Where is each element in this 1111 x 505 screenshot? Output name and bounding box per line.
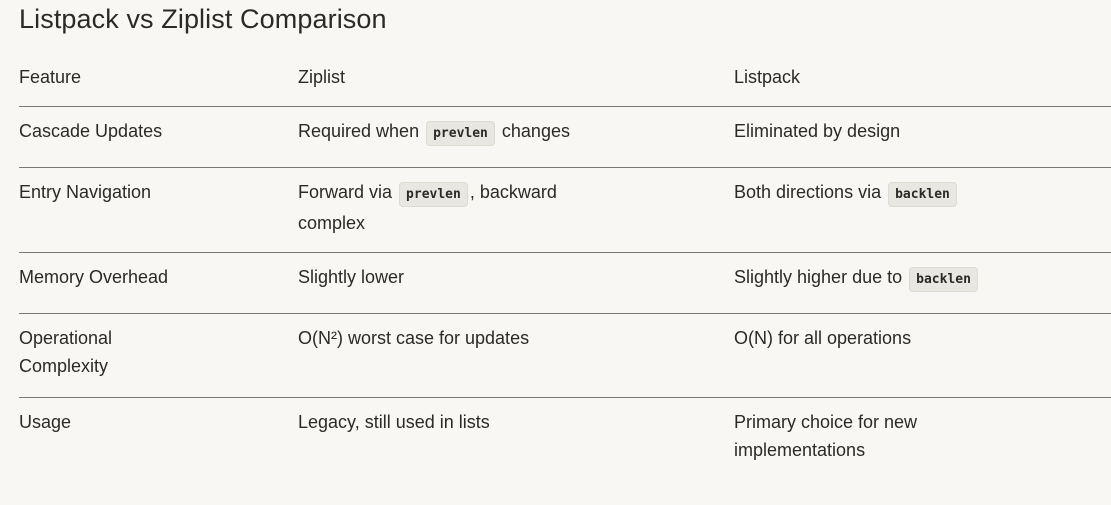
ziplist-cell: Required when prevlen changes [298,117,628,148]
table-row: Usage Legacy, still used in lists Primar… [19,398,1111,483]
feature-cell: Memory Overhead [19,267,169,287]
ziplist-cell: O(N²) worst case for updates [298,328,530,348]
listpack-cell: Eliminated by design [734,121,901,141]
ziplist-cell: Slightly lower [298,267,405,287]
header-listpack: Listpack [734,67,801,87]
cell-text: Required when [298,121,420,141]
ziplist-cell: Forward via prevlen, backward complex [298,178,628,237]
listpack-cell: Primary choice for new implementations [734,412,918,460]
feature-cell: Cascade Updates [19,121,163,141]
inline-code: prevlen [426,121,495,146]
feature-cell: Operational Complexity [19,328,113,376]
page-title: Listpack vs Ziplist Comparison [19,4,387,34]
table-row: Cascade Updates Required when prevlen ch… [19,107,1111,168]
table-row: Entry Navigation Forward via prevlen, ba… [19,168,1111,253]
cell-text: Both directions via [734,182,882,202]
cell-text: Slightly higher due to [734,267,903,287]
listpack-cell: O(N) for all operations [734,328,912,348]
cell-text: changes [501,121,570,141]
inline-code: backlen [888,182,957,207]
inline-code: prevlen [399,182,468,207]
table-header-row: Feature Ziplist Listpack [19,54,1111,107]
inline-code: backlen [909,267,978,292]
table-row: Operational Complexity O(N²) worst case … [19,314,1111,398]
header-feature: Feature [19,67,82,87]
listpack-cell: Both directions via backlen [734,178,1104,209]
ziplist-cell: Legacy, still used in lists [298,412,490,432]
feature-cell: Usage [19,412,72,432]
feature-cell: Entry Navigation [19,182,152,202]
header-ziplist: Ziplist [298,67,346,87]
table-row: Memory Overhead Slightly lower Slightly … [19,253,1111,314]
listpack-cell: Slightly higher due to backlen [734,263,1104,294]
cell-text: Forward via [298,182,393,202]
comparison-table: Feature Ziplist Listpack Cascade Updates… [19,54,1111,483]
